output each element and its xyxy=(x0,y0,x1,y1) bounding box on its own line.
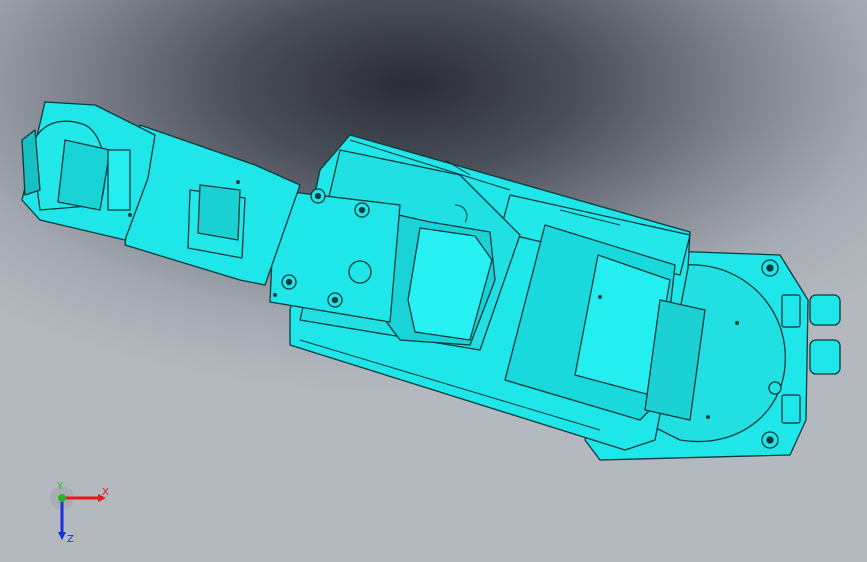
axis-triad: X Y Z xyxy=(50,481,109,545)
connector-top xyxy=(809,294,841,326)
y-axis-dot xyxy=(58,494,66,502)
3d-model-viewport[interactable]: X Y Z xyxy=(0,0,867,562)
z-axis-label: Z xyxy=(67,534,74,545)
connector-bottom xyxy=(809,339,841,375)
x-axis-label: X xyxy=(102,487,109,498)
robot-arm-model[interactable] xyxy=(0,0,867,562)
y-axis-label: Y xyxy=(56,481,64,492)
